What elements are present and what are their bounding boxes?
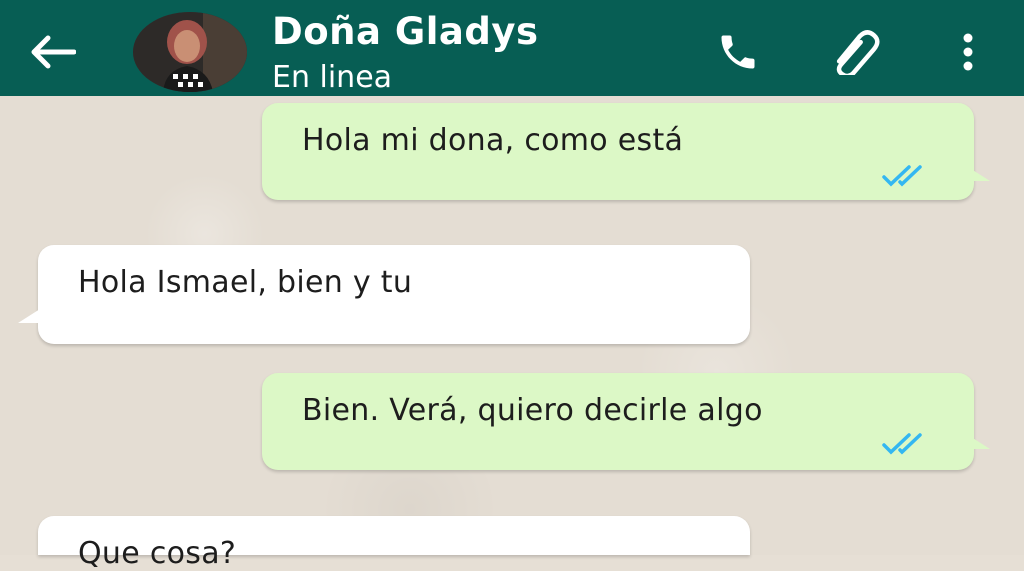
read-double-check-icon bbox=[882, 433, 922, 455]
bubble-tail bbox=[18, 309, 40, 323]
paperclip-icon bbox=[836, 30, 880, 75]
bubble-tail bbox=[968, 167, 990, 181]
bubble-tail bbox=[968, 435, 990, 449]
back-arrow-icon bbox=[31, 35, 76, 69]
more-vert-icon bbox=[963, 33, 973, 71]
avatar-photo bbox=[133, 12, 247, 92]
message-bubble-incoming[interactable]: Hola Ismael, bien y tu bbox=[18, 245, 750, 344]
message-text: Bien. Verá, quiero decirle algo bbox=[302, 393, 763, 428]
attach-button[interactable] bbox=[822, 28, 888, 76]
message-text: Que cosa? bbox=[78, 536, 237, 571]
message-text: Hola mi dona, como está bbox=[302, 123, 684, 158]
chat-header: Doña Gladys En linea bbox=[0, 0, 1024, 96]
back-button[interactable] bbox=[24, 30, 80, 74]
read-double-check-icon bbox=[882, 165, 922, 187]
message-bubble-incoming[interactable]: Que cosa? bbox=[38, 516, 750, 571]
message-text: Hola Ismael, bien y tu bbox=[78, 265, 413, 300]
more-options-button[interactable] bbox=[950, 28, 986, 76]
contact-status: En linea bbox=[272, 60, 393, 95]
phone-icon bbox=[721, 35, 755, 69]
contact-avatar[interactable] bbox=[133, 12, 247, 92]
message-bubble-outgoing[interactable]: Hola mi dona, como está bbox=[262, 103, 990, 200]
contact-name[interactable]: Doña Gladys bbox=[272, 10, 538, 53]
call-button[interactable] bbox=[708, 28, 768, 76]
message-bubble-outgoing[interactable]: Bien. Verá, quiero decirle algo bbox=[262, 373, 990, 470]
